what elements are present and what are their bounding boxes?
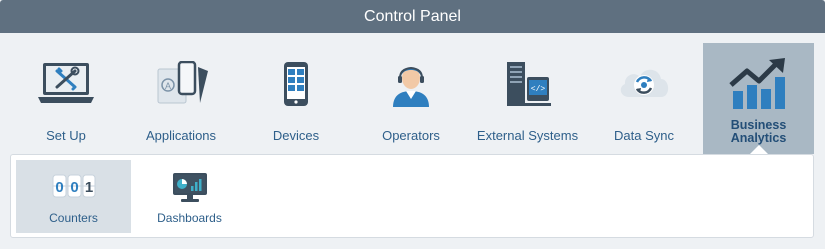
subtab-label: Dashboards: [157, 211, 222, 225]
category-tabs: Set Up A Applications Devices Operators …: [0, 43, 825, 154]
tab-set-up[interactable]: Set Up: [10, 43, 122, 154]
laptop-tools-icon: [37, 61, 95, 110]
tab-label: Data Sync: [614, 128, 674, 143]
tab-external-systems[interactable]: </> External Systems: [470, 43, 585, 154]
dashboard-monitor-icon: [170, 172, 210, 209]
tab-label: Devices: [272, 128, 320, 143]
svg-text:0: 0: [70, 179, 78, 196]
subtab-dashboards[interactable]: Dashboards: [132, 160, 247, 233]
control-panel-header: Control Panel: [0, 0, 825, 33]
tablet-device-icon: [276, 61, 316, 112]
subtab-label: Counters: [49, 211, 98, 225]
tab-applications[interactable]: A Applications: [125, 43, 237, 154]
tab-business-analytics[interactable]: Business Analytics: [703, 43, 814, 154]
subtab-counters[interactable]: 0 0 1 Counters: [16, 160, 131, 233]
tab-label-line: Business: [730, 118, 787, 132]
operator-person-icon: [389, 61, 433, 112]
cloud-sync-icon: [617, 61, 671, 106]
tab-label: Business Analytics: [703, 119, 814, 145]
tab-label-line: Analytics: [730, 131, 787, 145]
counter-digits-icon: 0 0 1: [52, 173, 96, 204]
active-tab-pointer: [750, 145, 768, 154]
tab-label: Set Up: [46, 128, 86, 143]
applications-icon: A: [152, 60, 210, 110]
trend-chart-icon: [728, 57, 789, 116]
page-title: Control Panel: [364, 7, 461, 25]
svg-text:</>: </>: [530, 85, 545, 94]
subtab-panel: 0 0 1 Counters Dashboards: [10, 154, 814, 238]
tab-label: Applications: [145, 128, 217, 143]
tab-label: Operators: [382, 128, 440, 143]
tab-devices[interactable]: Devices: [240, 43, 352, 154]
svg-text:1: 1: [84, 179, 92, 196]
tab-data-sync[interactable]: Data Sync: [588, 43, 700, 154]
tab-operators[interactable]: Operators: [355, 43, 467, 154]
tab-label: External Systems: [476, 128, 579, 143]
svg-text:A: A: [165, 81, 171, 91]
server-code-icon: </>: [503, 61, 553, 114]
svg-text:0: 0: [55, 179, 63, 196]
